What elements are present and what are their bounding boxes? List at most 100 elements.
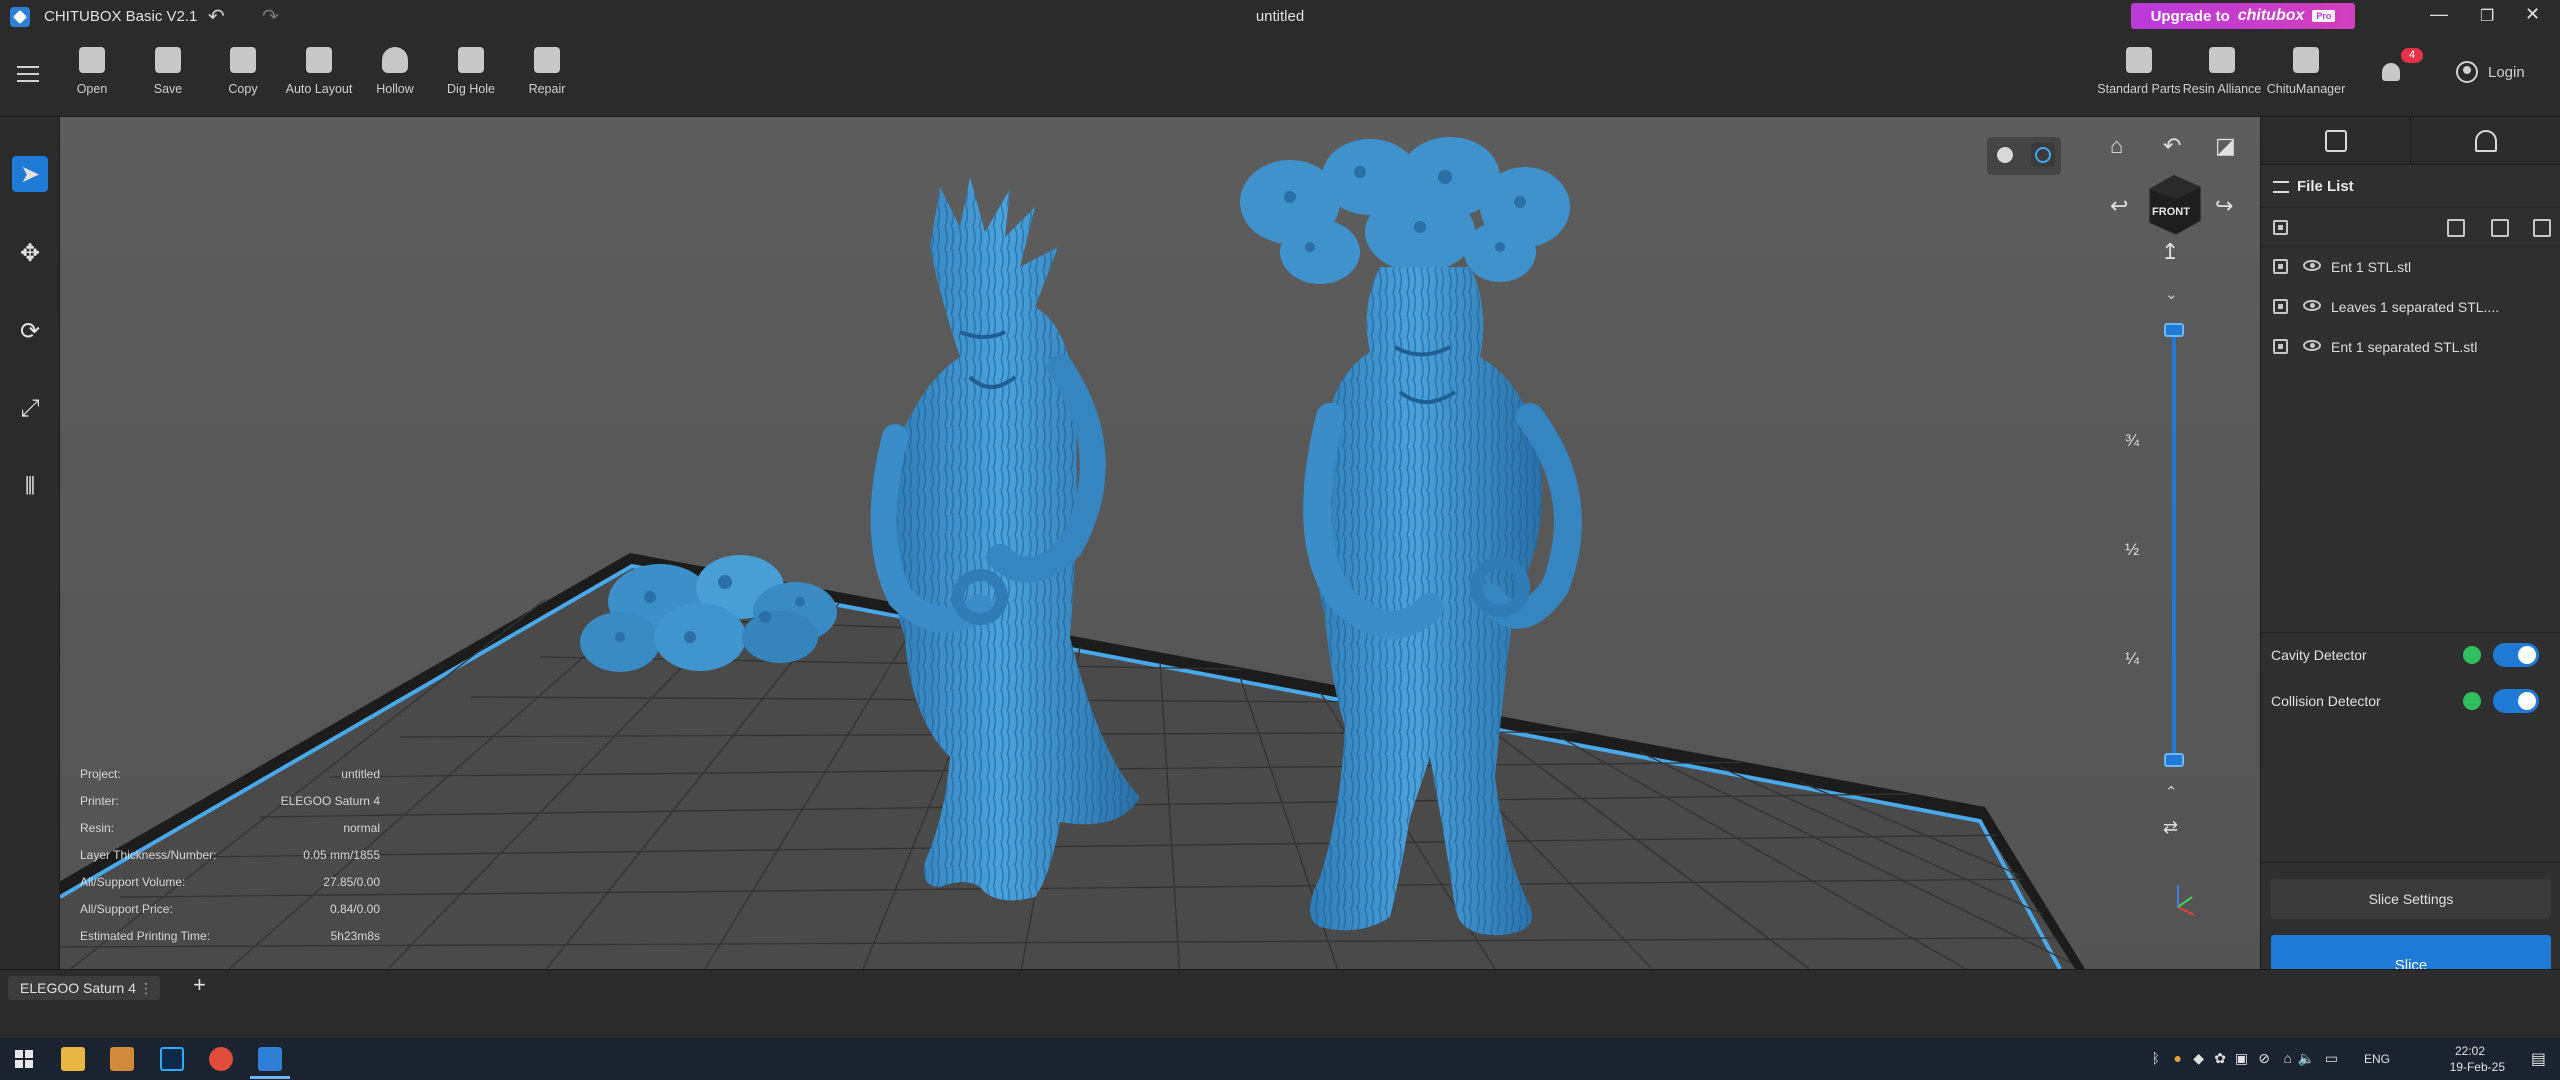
photoshop-icon[interactable] [160,1047,184,1071]
file-checkbox[interactable] [2273,299,2288,314]
network-icon[interactable]: ▭ [2325,1050,2338,1067]
info-value: normal [343,821,380,835]
scene-canvas[interactable] [60,117,2260,969]
upgrade-button[interactable]: Upgrade to chitubox Pro [2131,3,2355,29]
visibility-eye-icon[interactable] [2303,300,2321,311]
select-all-checkbox[interactable] [2273,220,2288,235]
hollow-button[interactable]: Hollow [357,47,433,96]
chrome-icon[interactable] [209,1047,233,1071]
tab-file-manager[interactable] [2261,117,2411,165]
copy-button[interactable]: Copy [205,47,281,96]
slider-settings-icon[interactable]: ⇄ [2163,817,2178,838]
support-icon [2475,130,2497,152]
upgrade-brand: chitubox [2237,7,2305,24]
clock-date[interactable]: 19-Feb-25 [2450,1060,2505,1074]
slider-collapse-icon[interactable]: ⌄ [2165,285,2178,303]
save-button[interactable]: Save [130,47,206,96]
cavity-detector-toggle[interactable] [2493,643,2539,667]
resin-alliance-button[interactable]: Resin Alliance [2180,47,2264,96]
notification-center-icon[interactable]: ▤ [2531,1049,2546,1069]
rotate-left-view-icon[interactable]: ↶ [2163,133,2181,159]
cavity-detector-row: Cavity Detector [2261,635,2560,675]
close-icon[interactable]: ✕ [2525,4,2540,25]
move-tool-button[interactable]: ✥ [12,235,48,271]
maximize-icon[interactable]: ❐ [2480,6,2494,26]
printer-tab[interactable]: ELEGOO Saturn 4 ⋮ [8,976,160,1000]
app-tray-icon[interactable]: ● [2174,1050,2182,1066]
language-indicator[interactable]: ENG [2364,1052,2390,1066]
home-view-icon[interactable]: ⌂ [2110,133,2123,159]
wireframe-mode-icon[interactable] [2031,143,2055,167]
file-list-item[interactable]: Ent 1 separated STL.stl [2261,327,2560,367]
info-label: All/Support Volume: [80,875,186,889]
more-options-icon[interactable]: ⋮ [139,976,153,1000]
tab-supports[interactable] [2411,117,2560,165]
clock-time[interactable]: 22:02 [2455,1044,2485,1058]
perspective-icon[interactable]: ◪ [2215,133,2236,159]
tray-icon[interactable]: ⌂ [2284,1050,2292,1066]
windows-start-icon[interactable] [12,1047,36,1071]
file-name: Leaves 1 separated STL.... [2331,299,2500,315]
add-file-icon[interactable] [2447,219,2465,237]
tilt-left-icon[interactable]: ↩ [2110,193,2128,219]
group-icon[interactable] [2491,219,2509,237]
auto-layout-button[interactable]: Auto Layout [281,47,357,96]
slider-mark-quarter: ¼ [2125,649,2140,668]
login-button[interactable]: Login [2456,61,2525,83]
solid-mode-icon[interactable] [1997,147,2013,163]
dig-hole-icon [458,47,484,73]
status-ok-icon [2463,646,2481,664]
upgrade-label: Upgrade to [2150,7,2230,25]
mirror-tool-button[interactable]: ⫴ [12,469,48,505]
layer-slider-track[interactable] [2172,327,2176,763]
file-list-item[interactable]: Leaves 1 separated STL.... [2261,287,2560,327]
file-checkbox[interactable] [2273,339,2288,354]
render-mode-toggle[interactable] [1987,137,2061,175]
right-panel: File List Ent 1 STL.stl Leaves 1 separat… [2260,117,2560,995]
minimize-icon[interactable]: — [2430,4,2448,25]
tray-icon[interactable]: ✿ [2214,1050,2226,1067]
pro-badge: Pro [2312,10,2336,22]
collision-detector-toggle[interactable] [2493,689,2539,713]
printer-tab-bar: ELEGOO Saturn 4 ⋮ + [0,969,2560,1004]
media-player-icon[interactable] [110,1047,134,1071]
scale-tool-button[interactable]: ⤢ [12,391,48,427]
visibility-eye-icon[interactable] [2303,260,2321,271]
tray-icon[interactable]: ◆ [2193,1050,2204,1067]
info-label: Project: [80,767,121,781]
tilt-right-icon[interactable]: ↪ [2215,193,2233,219]
rotate-down-view-icon[interactable]: ↥ [2161,239,2179,265]
file-list-toolbar [2261,207,2560,247]
copy-icon [230,47,256,73]
menu-icon[interactable] [17,66,39,82]
volume-icon[interactable]: 🔈 [2298,1050,2315,1067]
file-list-item[interactable]: Ent 1 STL.stl [2261,247,2560,287]
layer-slider-top-handle[interactable] [2164,323,2184,337]
tray-icon[interactable]: ▣ [2235,1050,2248,1067]
auto-layout-label: Auto Layout [285,82,353,96]
standard-parts-button[interactable]: Standard Parts [2097,47,2181,96]
slider-expand-icon[interactable]: ⌃ [2165,783,2178,801]
dig-hole-button[interactable]: Dig Hole [433,47,509,96]
layer-slider-bottom-handle[interactable] [2164,753,2184,767]
visibility-eye-icon[interactable] [2303,340,2321,351]
auto-layout-icon [306,47,332,73]
rotate-tool-button[interactable]: ⟳ [12,313,48,349]
file-list-header: File List [2261,165,2560,207]
file-explorer-icon[interactable] [61,1047,85,1071]
tray-icon[interactable]: ⊘ [2258,1050,2270,1067]
view-cube[interactable]: FRONT [2139,169,2209,239]
bluetooth-icon[interactable]: ᛒ [2152,1050,2160,1066]
slice-settings-button[interactable]: Slice Settings [2271,879,2551,919]
add-printer-tab-button[interactable]: + [193,972,206,998]
chitumanager-button[interactable]: ChituManager [2264,47,2348,96]
file-checkbox[interactable] [2273,259,2288,274]
3d-viewport[interactable]: ⌂ ↶ ◪ ↩ ↪ ↥ FRONT ⌄ ¾ ½ ¼ ⌃ ⇄ Project: un… [60,117,2260,969]
notifications-button[interactable]: 4 [2380,48,2423,85]
delete-icon[interactable] [2533,219,2551,237]
chitubox-taskbar-icon[interactable] [258,1047,282,1071]
select-tool-button[interactable]: ➤ [12,156,48,192]
copy-label: Copy [228,82,258,96]
open-button[interactable]: Open [54,47,130,96]
repair-button[interactable]: Repair [509,47,585,96]
